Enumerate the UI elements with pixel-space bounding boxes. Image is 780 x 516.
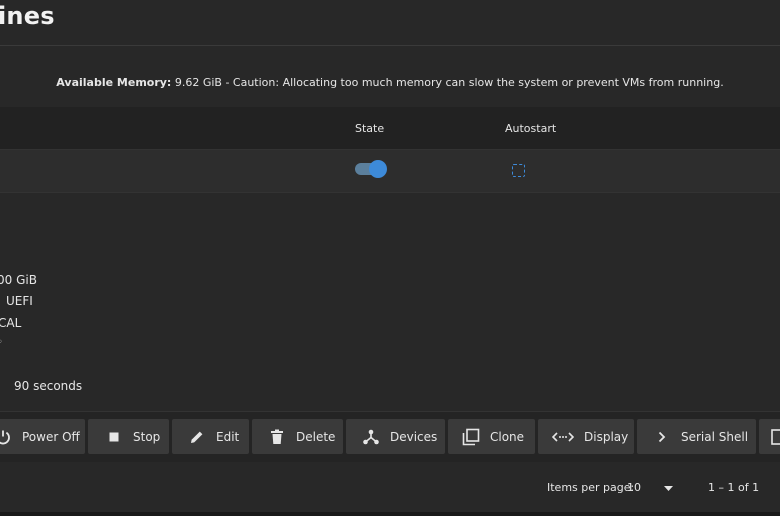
- page-title: ines: [0, 2, 55, 30]
- stop-label: Stop: [133, 429, 161, 444]
- delete-button[interactable]: Delete: [252, 419, 343, 454]
- devices-label: Devices: [390, 429, 438, 444]
- stop-button[interactable]: Stop: [88, 419, 169, 454]
- clone-icon: [462, 428, 480, 446]
- chevron-down-icon: [664, 486, 673, 491]
- items-per-page-value: 10: [627, 481, 641, 494]
- memory-text: 9.62 GiB - Caution: Allocating too much …: [171, 76, 724, 89]
- detail-clipped-marker: ◦: [0, 337, 3, 348]
- state-toggle-knob[interactable]: [369, 160, 387, 178]
- pagination-range: 1 – 1 of 1: [708, 481, 760, 494]
- table-header: [0, 107, 780, 149]
- bottom-edge: [0, 512, 780, 516]
- display-label: Display: [584, 429, 629, 444]
- display-icon: [552, 428, 574, 446]
- devices-icon: [362, 428, 380, 446]
- edit-button[interactable]: Edit: [172, 419, 249, 454]
- detail-boot-method: UEFI: [6, 294, 33, 308]
- power-off-button[interactable]: Power Off: [0, 419, 85, 454]
- power-icon: [0, 428, 12, 446]
- display-button[interactable]: Display: [538, 419, 634, 454]
- clone-label: Clone: [490, 429, 525, 444]
- pencil-icon: [188, 428, 206, 446]
- edit-label: Edit: [216, 429, 240, 444]
- detail-clock: CAL: [0, 316, 22, 330]
- chevron-right-icon: [653, 428, 671, 446]
- column-header-state[interactable]: State: [355, 122, 384, 135]
- memory-label: Available Memory:: [56, 76, 172, 89]
- serial-shell-button[interactable]: Serial Shell: [637, 419, 756, 454]
- devices-button[interactable]: Devices: [346, 419, 445, 454]
- clone-button[interactable]: Clone: [448, 419, 535, 454]
- log-icon: [771, 428, 780, 446]
- delete-label: Delete: [296, 429, 336, 444]
- stop-icon: [105, 428, 123, 446]
- log-button[interactable]: [759, 419, 780, 454]
- header-divider: [0, 45, 780, 46]
- table-row[interactable]: [0, 149, 780, 193]
- detail-shutdown-timeout: 90 seconds: [14, 379, 83, 393]
- autostart-checkbox[interactable]: [512, 164, 525, 177]
- column-header-autostart[interactable]: Autostart: [505, 122, 556, 135]
- detail-memory: 00 GiB: [0, 273, 37, 287]
- serial-shell-label: Serial Shell: [681, 429, 749, 444]
- memory-notice: Available Memory: 9.62 GiB - Caution: Al…: [0, 76, 780, 89]
- items-per-page-select[interactable]: 10: [627, 481, 677, 497]
- trash-icon: [268, 428, 286, 446]
- power-off-label: Power Off: [22, 429, 80, 444]
- items-per-page-label: Items per page:: [547, 481, 635, 494]
